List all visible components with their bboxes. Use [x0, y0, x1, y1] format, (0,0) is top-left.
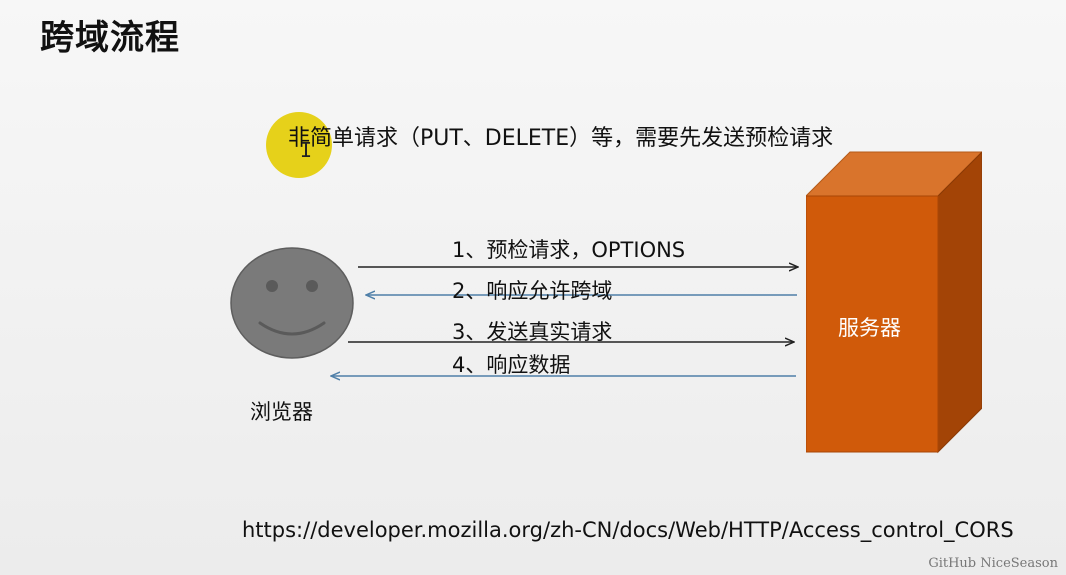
step-3-label: 3、发送真实请求 [452, 320, 613, 344]
reference-url: https://developer.mozilla.org/zh-CN/docs… [242, 518, 1014, 542]
watermark: GitHub NiceSeason [928, 556, 1058, 571]
step-4-label: 4、响应数据 [452, 353, 571, 377]
step-1-label: 1、预检请求，OPTIONS [452, 238, 686, 262]
slide: 跨域流程 非简单请求（PUT、DELETE）等，需要先发送预检请求 I 浏览器 … [0, 0, 1066, 575]
step-2-label: 2、响应允许跨域 [452, 279, 613, 303]
